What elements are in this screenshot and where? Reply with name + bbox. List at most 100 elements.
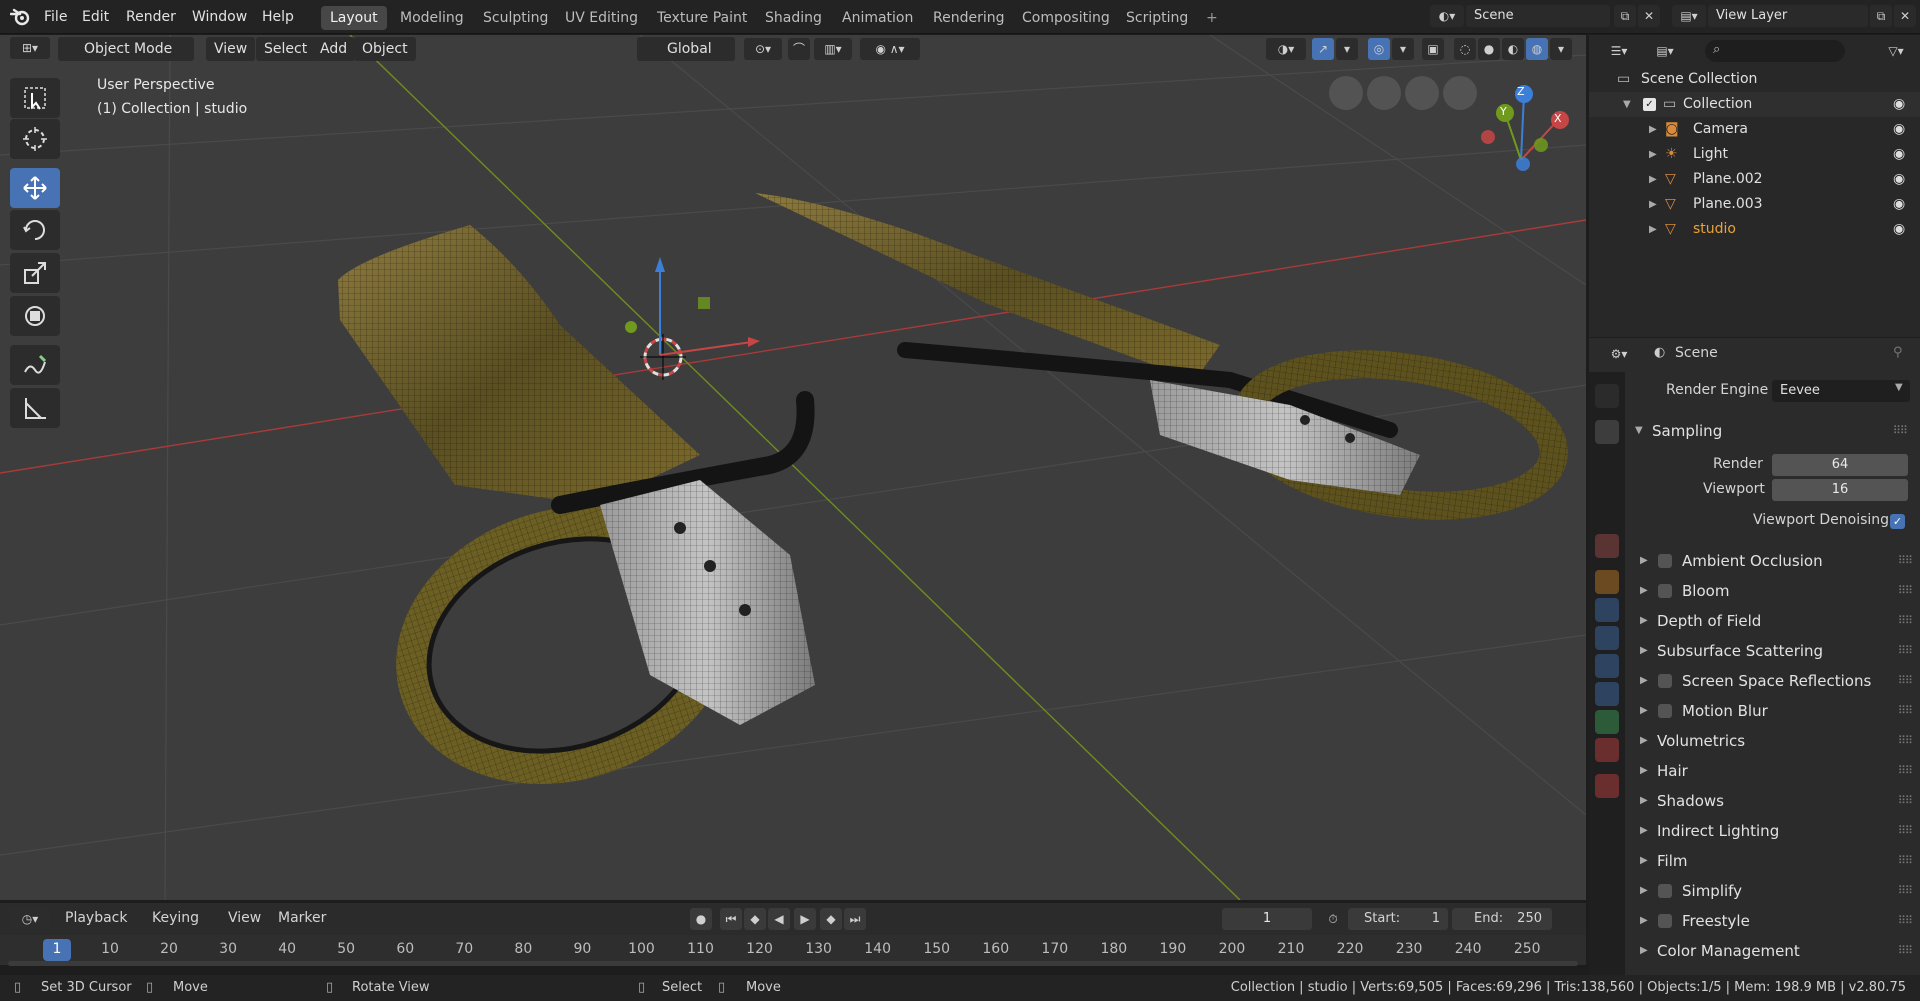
menu-help[interactable]: Help <box>262 0 294 34</box>
visibility-eye-icon[interactable]: ◉ <box>1893 142 1905 167</box>
menu-object[interactable]: Object <box>354 37 416 61</box>
visibility-eye-icon[interactable]: ◉ <box>1893 92 1905 117</box>
properties-section[interactable]: ▶ Color Management ⠿⠿ <box>1640 938 1913 964</box>
pin-icon[interactable]: ⚲ <box>1893 345 1903 360</box>
menu-playback[interactable]: Playback <box>65 910 127 926</box>
properties-section[interactable]: ▶ Film ⠿⠿ <box>1640 848 1913 874</box>
visibility-eye-icon[interactable]: ◉ <box>1893 167 1905 192</box>
drag-handle-icon[interactable]: ⠿⠿ <box>1898 758 1913 784</box>
delete-view-layer-icon[interactable]: ✕ <box>1894 5 1916 27</box>
move-tool[interactable] <box>10 168 60 208</box>
properties-section[interactable]: ▶ Ambient Occlusion ⠿⠿ <box>1640 548 1913 574</box>
section-enable-checkbox[interactable] <box>1658 584 1672 598</box>
visibility-eye-icon[interactable]: ◉ <box>1893 217 1905 242</box>
properties-section[interactable]: ▶ Motion Blur ⠿⠿ <box>1640 698 1913 724</box>
drag-handle-icon[interactable]: ⠿⠿ <box>1898 878 1913 904</box>
sword-model-left[interactable] <box>338 225 815 805</box>
properties-section[interactable]: ▶ Shadows ⠿⠿ <box>1640 788 1913 814</box>
cursor-tool[interactable] <box>10 119 60 159</box>
jump-start-icon[interactable]: ⏮ <box>720 908 742 930</box>
current-frame-field[interactable]: 1 <box>1222 908 1312 930</box>
menu-keying[interactable]: Keying <box>152 910 199 926</box>
outliner-item[interactable]: ▶ ◙ Camera ◉ <box>1589 117 1920 142</box>
properties-section[interactable]: ▶ Freestyle ⠿⠿ <box>1640 908 1913 934</box>
tab-uv-editing[interactable]: UV Editing <box>556 6 647 30</box>
outliner-item[interactable]: ▶ ☀ Light ◉ <box>1589 142 1920 167</box>
drag-handle-icon[interactable]: ⠿⠿ <box>1898 608 1913 634</box>
solid-shading-icon[interactable]: ● <box>1478 38 1500 60</box>
transform-orientation-selector[interactable]: Global <box>637 37 735 61</box>
drag-handle-icon[interactable]: ⠿⠿ <box>1898 668 1913 694</box>
drag-handle-icon[interactable]: ⠿⠿ <box>1898 638 1913 664</box>
viewport-scene[interactable] <box>0 35 1586 900</box>
start-frame-field[interactable]: Start: 1 <box>1348 908 1448 930</box>
visibility-eye-icon[interactable]: ◉ <box>1893 117 1905 142</box>
tool-tab-icon[interactable] <box>1595 384 1619 408</box>
outliner-editor-type-icon[interactable]: ☰▾ <box>1601 40 1637 62</box>
snap-toggle-icon[interactable]: ⌒ <box>788 38 810 60</box>
new-scene-icon[interactable]: ⧉ <box>1614 5 1636 27</box>
outliner-row-scene-collection[interactable]: ▭ Scene Collection <box>1589 67 1920 92</box>
add-workspace-button[interactable]: + <box>1197 6 1227 30</box>
constraints-tab-icon[interactable] <box>1595 682 1619 706</box>
play-icon[interactable]: ▶ <box>794 908 816 930</box>
drag-handle-icon[interactable]: ⠿⠿ <box>1898 698 1913 724</box>
new-view-layer-icon[interactable]: ⧉ <box>1870 5 1892 27</box>
modifiers-tab-icon[interactable] <box>1595 598 1619 622</box>
gizmo-dropdown-icon[interactable]: ▾ <box>1336 38 1358 60</box>
stopwatch-icon[interactable]: ⏱ <box>1322 908 1344 930</box>
timeline-editor-type-icon[interactable]: ◷▾ <box>10 908 50 930</box>
viewport-denoising-checkbox[interactable]: ✓ <box>1890 514 1905 529</box>
view-layer-field[interactable]: View Layer <box>1708 5 1868 27</box>
timeline-menu-view[interactable]: View <box>228 910 261 926</box>
properties-section[interactable]: ▶ Indirect Lighting ⠿⠿ <box>1640 818 1913 844</box>
physics-tab-icon[interactable] <box>1595 654 1619 678</box>
scene-tab-icon[interactable] <box>1595 506 1619 530</box>
section-enable-checkbox[interactable] <box>1658 674 1672 688</box>
menu-add[interactable]: Add <box>312 37 356 61</box>
drag-handle-icon[interactable]: ⠿⠿ <box>1898 908 1913 934</box>
object-visibility-icon[interactable]: ◑▾ <box>1266 38 1306 60</box>
section-enable-checkbox[interactable] <box>1658 884 1672 898</box>
menu-select[interactable]: Select <box>256 37 316 61</box>
delete-scene-icon[interactable]: ✕ <box>1638 5 1660 27</box>
menu-marker[interactable]: Marker <box>278 910 326 926</box>
outliner-item[interactable]: ▶ ▽ Plane.002 ◉ <box>1589 167 1920 192</box>
drag-handle-icon[interactable]: ⠿⠿ <box>1898 848 1913 874</box>
expand-arrow-icon[interactable]: ▶ <box>1649 192 1657 217</box>
material-tab-icon[interactable] <box>1595 738 1619 762</box>
xray-toggle-icon[interactable]: ▣ <box>1422 38 1444 60</box>
drag-handle-icon[interactable]: ⠿⠿ <box>1898 728 1913 754</box>
properties-editor-type-icon[interactable]: ⚙▾ <box>1601 343 1637 365</box>
drag-handle-icon[interactable]: ⠿⠿ <box>1898 938 1913 964</box>
3d-cursor-icon[interactable] <box>640 334 686 380</box>
menu-edit[interactable]: Edit <box>82 0 109 34</box>
menu-view[interactable]: View <box>206 37 256 61</box>
drag-handle-icon[interactable]: ⠿⠿ <box>1898 548 1913 574</box>
filter-icon[interactable]: ▽▾ <box>1879 40 1913 62</box>
tab-shading[interactable]: Shading <box>756 6 831 30</box>
camera-view-icon[interactable] <box>1367 76 1401 110</box>
render-tab-icon[interactable] <box>1595 420 1619 444</box>
output-tab-icon[interactable] <box>1595 448 1619 472</box>
next-keyframe-icon[interactable]: ◆ <box>820 908 842 930</box>
viewport-samples-field[interactable]: 16 <box>1772 479 1908 501</box>
menu-window[interactable]: Window <box>192 0 247 34</box>
shading-dropdown-icon[interactable]: ▾ <box>1550 38 1572 60</box>
timeline-scrollbar[interactable] <box>8 961 1578 966</box>
overlays-toggle-icon[interactable]: ◎ <box>1368 38 1390 60</box>
collection-checkbox[interactable]: ✓ <box>1643 98 1656 111</box>
wireframe-shading-icon[interactable]: ◌ <box>1454 38 1476 60</box>
outliner-search-input[interactable]: ⌕ <box>1705 40 1845 62</box>
expand-arrow-icon[interactable]: ▶ <box>1649 117 1657 142</box>
navigation-gizmo[interactable] <box>1481 85 1569 171</box>
jump-end-icon[interactable]: ⏭ <box>844 908 866 930</box>
record-keyframe-icon[interactable]: ● <box>690 908 712 930</box>
scale-tool[interactable] <box>10 253 60 293</box>
material-preview-icon[interactable]: ◐ <box>1502 38 1524 60</box>
pan-hand-icon[interactable] <box>1405 76 1439 110</box>
properties-section[interactable]: ▶ Hair ⠿⠿ <box>1640 758 1913 784</box>
outliner-item[interactable]: ▶ ▽ studio ◉ <box>1589 217 1920 242</box>
rotate-tool[interactable] <box>10 210 60 250</box>
play-reverse-icon[interactable]: ◀ <box>768 908 790 930</box>
